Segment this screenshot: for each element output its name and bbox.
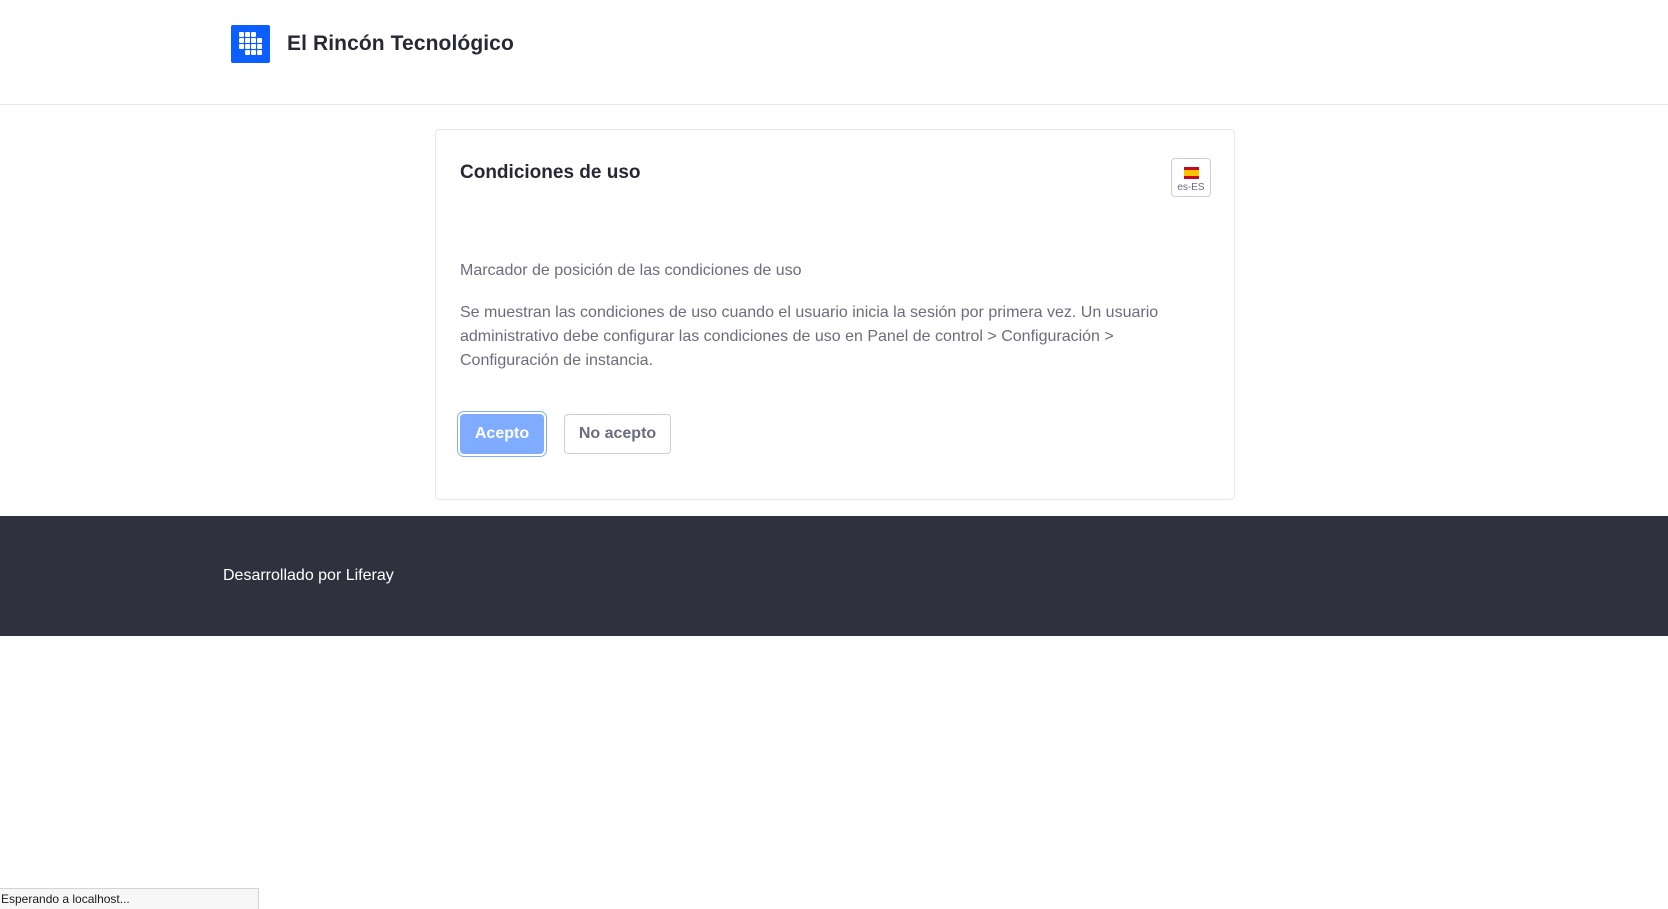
- powered-by-text: Desarrollado por Liferay: [223, 567, 394, 584]
- decline-button[interactable]: No acepto: [564, 414, 671, 454]
- language-selector-button[interactable]: es-ES: [1171, 158, 1211, 197]
- browser-status-bar: Esperando a localhost...: [0, 888, 259, 909]
- spain-flag-icon: [1184, 167, 1199, 179]
- site-title[interactable]: El Rincón Tecnológico: [287, 32, 514, 56]
- terms-of-use-card: Condiciones de uso es-ES Marcador de pos…: [435, 129, 1235, 500]
- terms-description: Se muestran las condiciones de uso cuand…: [460, 304, 1159, 369]
- terms-title: Condiciones de uso: [460, 162, 641, 183]
- language-label: es-ES: [1177, 182, 1205, 193]
- accept-button[interactable]: Acepto: [460, 414, 544, 454]
- site-footer: Desarrollado por Liferay: [0, 516, 1668, 636]
- site-logo-grid-icon[interactable]: [231, 25, 270, 63]
- site-header: El Rincón Tecnológico: [0, 0, 1668, 105]
- terms-placeholder-text: Marcador de posición de las condiciones …: [460, 262, 802, 279]
